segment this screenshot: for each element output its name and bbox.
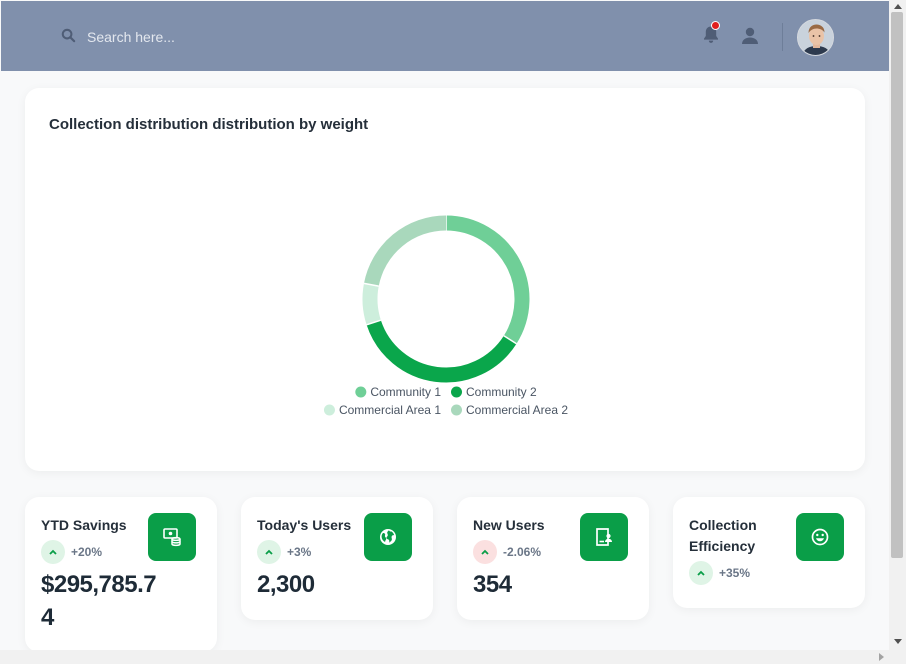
stat-title: Today's Users bbox=[257, 517, 352, 533]
legend-marker bbox=[355, 386, 367, 398]
chevron-up-icon bbox=[41, 540, 65, 564]
donut-chart: Community 1 Community 2 Commercial Area 1 C… bbox=[323, 215, 568, 417]
legend-label: Community 2 bbox=[466, 385, 537, 399]
trend-value: +20% bbox=[71, 545, 103, 559]
legend-marker bbox=[451, 404, 462, 416]
stat-title: New Users bbox=[473, 517, 545, 533]
horizontal-scrollbar[interactable] bbox=[0, 650, 906, 664]
stat-card-new-users: New Users -2.06% 354 bbox=[457, 497, 649, 620]
scroll-down-arrow-icon[interactable] bbox=[894, 639, 902, 644]
trend-indicator: +35% bbox=[689, 561, 750, 585]
user-avatar[interactable] bbox=[797, 19, 834, 56]
globe-icon bbox=[364, 513, 412, 561]
notification-dot bbox=[711, 21, 720, 30]
legend-item[interactable]: Commercial Area 1 bbox=[323, 403, 441, 417]
legend-marker bbox=[451, 386, 462, 398]
stat-title: Collection Efficiency bbox=[689, 517, 757, 554]
trend-value: +35% bbox=[719, 566, 751, 580]
cash-stack-icon bbox=[148, 513, 196, 561]
stat-card-todays-users: Today's Users +3% 2,300 bbox=[241, 497, 433, 620]
chevron-up-icon bbox=[473, 540, 497, 564]
legend-item[interactable]: Community 1 bbox=[355, 385, 441, 399]
donut-slice-community-2[interactable] bbox=[366, 319, 517, 383]
user-card-icon bbox=[580, 513, 628, 561]
donut-slice-commercial-area-1[interactable] bbox=[362, 283, 381, 325]
scroll-right-arrow-icon[interactable] bbox=[879, 653, 884, 661]
legend-label: Commercial Area 2 bbox=[466, 403, 568, 417]
trend-indicator: -2.06% bbox=[473, 540, 541, 564]
search-icon bbox=[61, 28, 76, 43]
legend-marker bbox=[323, 404, 335, 416]
stat-card-ytd-savings: YTD Savings +20% $295,785.74 bbox=[25, 497, 217, 652]
chart-card: Collection distribution distribution by … bbox=[25, 88, 865, 471]
stat-title: YTD Savings bbox=[41, 517, 127, 533]
search-input[interactable] bbox=[87, 27, 387, 47]
legend-label: Commercial Area 1 bbox=[339, 403, 441, 417]
top-bar bbox=[1, 1, 889, 71]
donut-slice-commercial-area-2[interactable] bbox=[363, 215, 447, 287]
stat-card-collection-efficiency: Collection Efficiency +35% bbox=[673, 497, 865, 608]
legend-label: Community 1 bbox=[370, 385, 441, 399]
stat-value: 2,300 bbox=[257, 571, 315, 598]
user-icon[interactable] bbox=[741, 27, 759, 50]
chevron-up-icon bbox=[689, 561, 713, 585]
trend-indicator: +20% bbox=[41, 540, 102, 564]
vertical-scrollbar[interactable] bbox=[889, 0, 906, 650]
trend-value: +3% bbox=[287, 545, 312, 559]
scroll-up-arrow-icon[interactable] bbox=[894, 4, 902, 9]
header-divider bbox=[782, 23, 783, 51]
trend-indicator: +3% bbox=[257, 540, 311, 564]
scrollbar-thumb[interactable] bbox=[891, 12, 903, 558]
legend-item[interactable]: Commercial Area 2 bbox=[451, 403, 568, 417]
chevron-up-icon bbox=[257, 540, 281, 564]
stat-value: $295,785.74 bbox=[41, 571, 157, 631]
donut-slice-community-1[interactable] bbox=[445, 215, 530, 344]
legend-item[interactable]: Community 2 bbox=[451, 385, 537, 399]
stat-value: 354 bbox=[473, 571, 512, 598]
trend-value: -2.06% bbox=[503, 545, 542, 559]
smiley-icon bbox=[796, 513, 844, 561]
